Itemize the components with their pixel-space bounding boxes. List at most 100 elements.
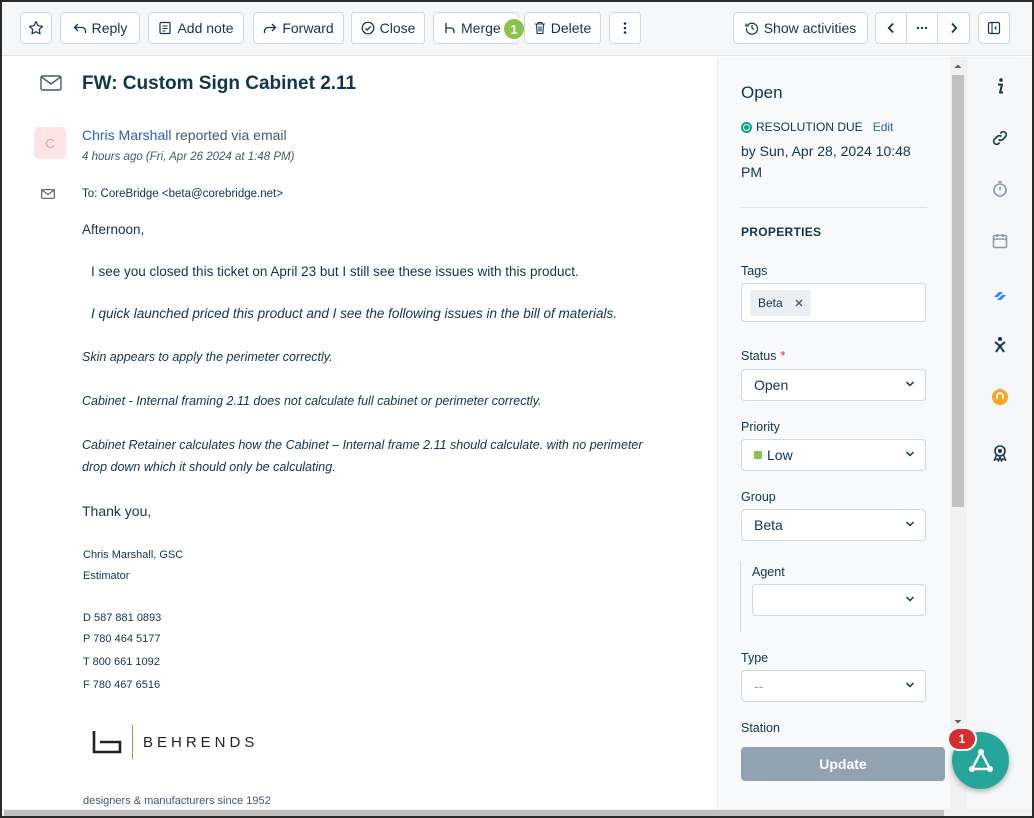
chevron-down-icon xyxy=(905,451,915,457)
info-icon xyxy=(998,78,1003,94)
merge-icon xyxy=(445,23,455,33)
close-ticket-button[interactable]: Close xyxy=(351,12,425,44)
stopwatch-icon xyxy=(993,181,1007,197)
forward-icon xyxy=(264,23,277,33)
activity-clock-icon xyxy=(745,22,758,35)
scroll-down-arrow-icon[interactable] xyxy=(950,717,966,727)
network-nodes-icon xyxy=(968,748,993,772)
merge-label: Merge xyxy=(461,20,501,36)
horizontal-scrollbar-thumb[interactable] xyxy=(4,810,944,816)
group-select[interactable]: Beta xyxy=(741,509,926,541)
delete-button[interactable]: Delete xyxy=(524,12,601,44)
scroll-up-arrow-icon[interactable] xyxy=(950,61,966,71)
email-icon xyxy=(40,75,62,91)
update-button[interactable]: Update xyxy=(741,747,945,781)
signature-phone-t: T 800 661 1092 xyxy=(83,656,160,668)
previous-ticket-button[interactable] xyxy=(876,13,908,43)
delete-label: Delete xyxy=(550,20,592,36)
toggle-sidebar-button[interactable] xyxy=(978,12,1010,44)
chevron-right-icon xyxy=(950,22,957,34)
chevron-down-icon xyxy=(905,596,915,602)
properties-panel: Open RESOLUTION DUE Edit by Sun, Apr 28,… xyxy=(717,57,950,809)
group-select-value: Beta xyxy=(754,517,783,533)
message-timestamp: 4 hours ago (Fri, Apr 26 2024 at 1:48 PM… xyxy=(82,151,295,163)
status-label-text: Status xyxy=(741,349,777,363)
status-select-value: Open xyxy=(754,377,789,393)
sender-line: Chris Marshall reported via email xyxy=(82,127,287,143)
chevron-down-icon xyxy=(905,521,915,527)
add-note-button[interactable]: Add note xyxy=(148,12,244,44)
ticket-window: Reply Add note Forward Close Merge 1 Del… xyxy=(0,0,1034,818)
tag-chip: Beta xyxy=(750,289,811,316)
ticket-navigation xyxy=(875,12,970,44)
time-log-button[interactable] xyxy=(989,178,1011,200)
vertical-dots-icon xyxy=(623,22,627,34)
status-dot-icon xyxy=(741,121,752,133)
status-select[interactable]: Open xyxy=(741,369,926,401)
star-button[interactable] xyxy=(20,12,52,44)
award-icon xyxy=(993,445,1007,462)
add-note-label: Add note xyxy=(177,20,234,36)
to-recipients: To: CoreBridge <beta@corebridge.net> xyxy=(82,188,283,200)
envelope-small-icon xyxy=(41,189,55,199)
agent-label: Agent xyxy=(752,565,785,579)
link-icon xyxy=(992,130,1008,146)
apps-rail xyxy=(966,57,1032,809)
orange-badge-app-icon xyxy=(992,389,1008,405)
show-activities-label: Show activities xyxy=(763,20,857,36)
body-paragraph-4: Cabinet - Internal framing 2.11 does not… xyxy=(82,394,542,408)
signature-name: Chris Marshall, GSC xyxy=(83,549,184,561)
tags-field[interactable]: Beta xyxy=(741,283,926,322)
panel-scrollbar[interactable] xyxy=(950,57,966,809)
divider xyxy=(741,207,927,208)
priority-select[interactable]: Low xyxy=(741,439,926,471)
type-label: Type xyxy=(741,651,769,665)
show-activities-button[interactable]: Show activities xyxy=(733,12,868,44)
notification-count-badge: 1 xyxy=(947,727,977,751)
ticket-status-title: Open xyxy=(741,83,783,102)
body-paragraph-2: I quick launched priced this product and… xyxy=(91,306,618,321)
agent-group-connector xyxy=(740,562,741,632)
edit-resolution-link[interactable]: Edit xyxy=(873,120,894,134)
horizontal-scrollbar[interactable] xyxy=(2,809,1032,816)
trash-icon xyxy=(534,21,545,35)
ticket-subject: FW: Custom Sign Cabinet 2.11 xyxy=(82,73,357,94)
linked-items-button[interactable] xyxy=(989,127,1011,149)
priority-label: Priority xyxy=(741,420,780,434)
reply-icon xyxy=(73,23,86,33)
required-marker: * xyxy=(780,349,786,363)
sender-name-link[interactable]: Chris Marshall xyxy=(82,127,171,143)
chevron-left-icon xyxy=(887,22,894,34)
tag-chip-label: Beta xyxy=(758,295,783,310)
type-select-value: -- xyxy=(754,678,764,694)
calendar-button[interactable] xyxy=(989,230,1011,252)
orange-app-button[interactable] xyxy=(989,386,1011,408)
properties-heading: PROPERTIES xyxy=(741,225,822,239)
reply-button[interactable]: Reply xyxy=(60,12,140,44)
body-greeting: Afternoon, xyxy=(82,222,145,237)
type-select[interactable]: -- xyxy=(741,670,926,702)
award-app-button[interactable] xyxy=(989,442,1011,464)
ticket-list-button[interactable] xyxy=(907,13,939,43)
signature-phone-d: D 587 881 0893 xyxy=(83,612,162,624)
tags-label: Tags xyxy=(741,264,768,278)
sender-via: reported via email xyxy=(175,127,287,143)
forward-button[interactable]: Forward xyxy=(253,12,344,44)
sidebar-panel-icon xyxy=(987,21,1001,35)
conversation-pane: FW: Custom Sign Cabinet 2.11 C Chris Mar… xyxy=(2,57,717,809)
status-label: Status * xyxy=(741,349,785,363)
body-paragraph-3: Skin appears to apply the perimeter corr… xyxy=(82,350,333,364)
avatar: C xyxy=(34,127,66,159)
agent-select[interactable] xyxy=(752,584,926,616)
collaborator-app-button[interactable] xyxy=(989,334,1011,356)
next-ticket-button[interactable] xyxy=(938,13,969,43)
company-logo: BEHRENDS xyxy=(92,725,258,759)
body-paragraph-1: I see you closed this ticket on April 23… xyxy=(91,264,579,279)
priority-color-indicator xyxy=(754,451,762,459)
ticket-info-button[interactable] xyxy=(989,75,1011,97)
more-actions-button[interactable] xyxy=(609,12,641,44)
remove-tag-icon[interactable] xyxy=(795,299,803,307)
scrollbar-thumb[interactable] xyxy=(952,75,964,507)
priority-select-value: Low xyxy=(767,447,793,463)
jira-app-button[interactable] xyxy=(989,285,1011,307)
